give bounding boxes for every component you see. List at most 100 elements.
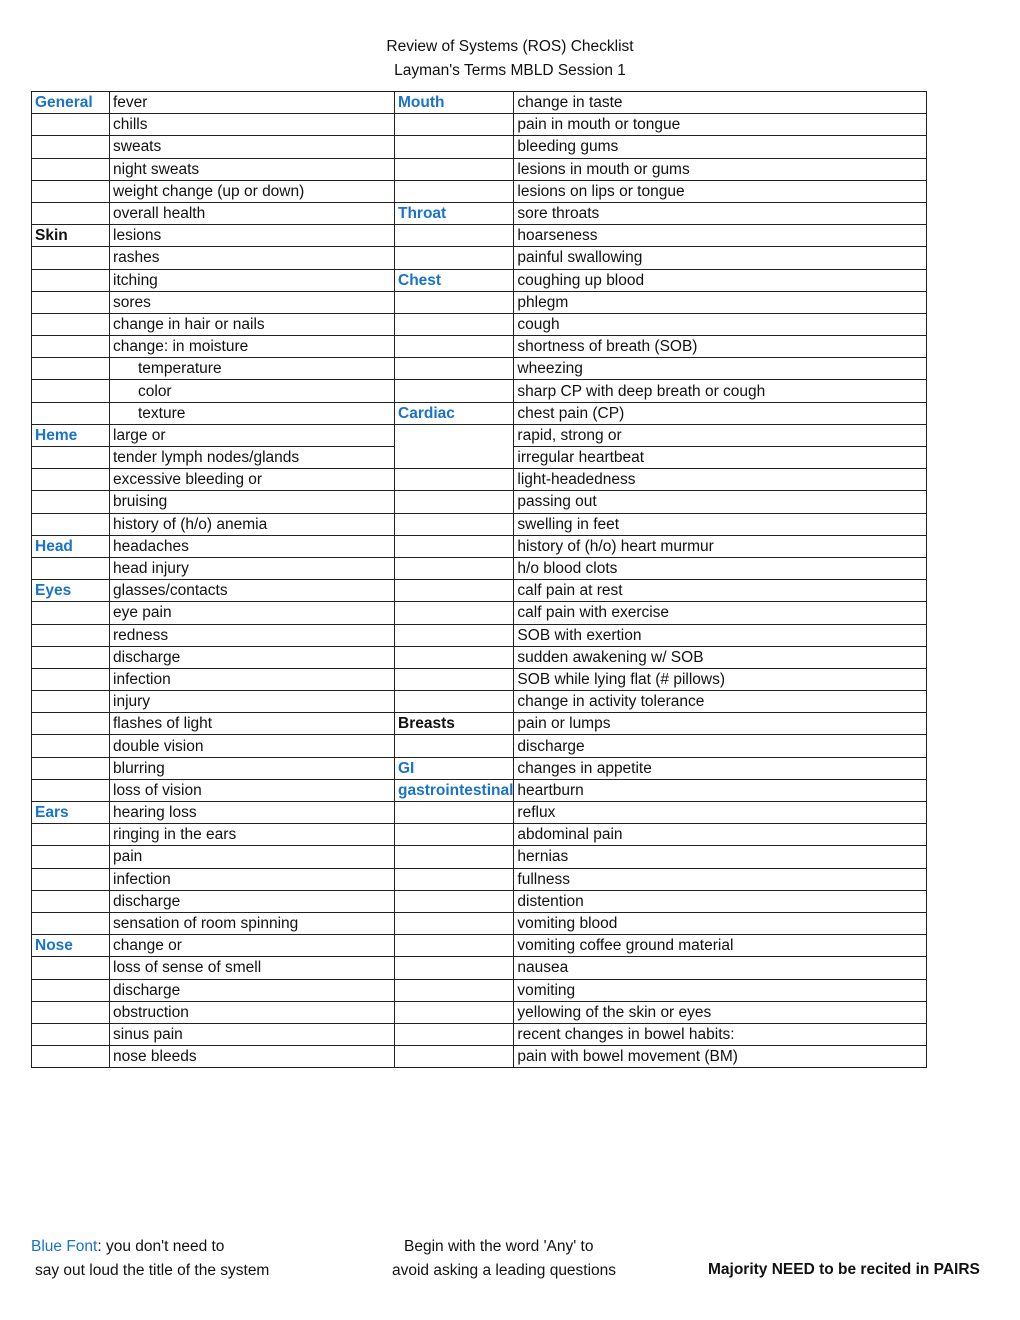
symptom-item: chest pain (CP) [513, 401, 928, 425]
symptom-item: vomiting coffee ground material [513, 934, 928, 958]
symptom-item: infection [109, 667, 395, 692]
system-cell-empty [31, 468, 110, 492]
symptom-item: headaches [109, 534, 395, 558]
table-row: ringing in the ears abdominal pain [31, 823, 928, 847]
table-row: chills pain in mouth or tongue [31, 113, 928, 137]
system-cell-empty [393, 179, 515, 203]
symptom-item: discharge [109, 978, 395, 1002]
symptom-item: discharge [109, 645, 395, 669]
document-subtitle: Layman's Terms MBLD Session 1 [394, 62, 626, 79]
system-label: Throat [393, 201, 515, 226]
system-cell-empty [393, 534, 515, 558]
system-cell-empty [393, 512, 515, 536]
system-cell-empty [393, 135, 515, 159]
symptom-item: sweats [109, 135, 395, 159]
system-label: Mouth [393, 90, 515, 115]
table-row: weight change (up or down) lesions on lip… [31, 179, 928, 203]
system-cell-empty [31, 978, 110, 1002]
symptom-item: sores [109, 290, 395, 314]
system-label: General [31, 90, 110, 115]
system-cell-empty [31, 756, 110, 780]
symptom-item: shortness of breath (SOB) [513, 335, 928, 359]
table-row: change: in moisture shortness of breath (… [31, 335, 928, 359]
system-cell-empty [31, 1045, 110, 1069]
system-cell-empty [31, 1022, 110, 1047]
system-label: Skin [31, 224, 110, 248]
table-row: Nose change or vomiting coffee ground mate… [31, 934, 928, 958]
system-label: Eyes [31, 579, 110, 603]
symptom-item: phlegm [513, 290, 928, 314]
symptom-item: sudden awakening w/ SOB [513, 645, 928, 669]
table-row: Ears hearing loss reflux [31, 800, 928, 825]
symptom-item: vomiting blood [513, 911, 928, 936]
footer-blue-font-label: Blue Font [31, 1238, 98, 1255]
symptom-item: distention [513, 889, 928, 913]
system-cell-empty [31, 312, 110, 337]
system-cell-empty [393, 335, 515, 359]
symptom-item: lesions on lips or tongue [513, 179, 928, 203]
system-cell-empty [31, 512, 110, 536]
symptom-item: head injury [109, 556, 395, 581]
system-cell-empty [393, 468, 515, 492]
system-label: Ears [31, 800, 110, 825]
system-cell-empty [31, 911, 110, 936]
symptom-item: history of (h/o) heart murmur [513, 534, 928, 558]
system-cell-empty [31, 734, 110, 758]
symptom-item: changes in appetite [513, 756, 928, 780]
table-row: discharge vomiting [31, 978, 928, 1002]
symptom-item: pain in mouth or tongue [513, 113, 928, 137]
table-row: loss of sense of smell nausea [31, 956, 928, 980]
system-cell-empty [393, 357, 515, 381]
system-cell-empty [393, 579, 515, 603]
symptom-item: chills [109, 113, 395, 137]
symptom-item: passing out [513, 490, 928, 514]
system-cell-empty [393, 623, 515, 647]
system-cell-empty [31, 778, 110, 803]
system-cell-empty [393, 667, 515, 692]
table-row: discharge sudden awakening w/ SOB [31, 645, 928, 669]
symptom-item: night sweats [109, 157, 395, 181]
symptom-item: yellowing of the skin or eyes [513, 1000, 928, 1024]
table-row: excessive bleeding or light-headedness [31, 468, 928, 492]
symptom-item: h/o blood clots [513, 556, 928, 581]
symptom-item: hearing loss [109, 800, 395, 825]
system-cell-empty [31, 401, 110, 425]
symptom-item: recent changes in bowel habits: [513, 1022, 928, 1047]
table-row: infection fullness [31, 867, 928, 891]
symptom-item: rapid, strong or [513, 423, 928, 448]
system-cell-empty [393, 379, 515, 403]
system-cell-empty [393, 1045, 515, 1069]
table-row: sweats bleeding gums [31, 135, 928, 159]
symptom-item: color [109, 379, 395, 403]
table-row: discharge distention [31, 889, 928, 913]
table-row: obstruction yellowing of the skin or eyes [31, 1000, 928, 1024]
system-cell-empty [393, 956, 515, 980]
table-row: blurring GI changes in appetite [31, 756, 928, 780]
system-label: Cardiac [393, 401, 515, 425]
system-cell-empty [31, 556, 110, 581]
system-cell-empty [393, 556, 515, 581]
symptom-item: itching [109, 268, 395, 292]
symptom-item: infection [109, 867, 395, 891]
symptom-item: loss of vision [109, 778, 395, 803]
system-cell-empty [393, 290, 515, 314]
symptom-item: overall health [109, 201, 395, 226]
system-label: Heme [31, 423, 110, 448]
symptom-item: discharge [513, 734, 928, 758]
system-cell-empty [31, 357, 110, 381]
symptom-item: pain [109, 845, 395, 869]
system-cell-empty [31, 645, 110, 669]
system-cell-empty [31, 623, 110, 647]
symptom-item: reflux [513, 800, 928, 825]
symptom-item: pain with bowel movement (BM) [513, 1045, 928, 1069]
symptom-item: tender lymph nodes/glands [109, 445, 395, 470]
symptom-item: sore throats [513, 201, 928, 226]
symptom-item: vomiting [513, 978, 928, 1002]
table-row: nose bleeds pain with bowel movement (BM) [31, 1045, 928, 1069]
system-cell-empty [31, 712, 110, 736]
footer-note1-line2: say out loud the title of the system [35, 1262, 270, 1279]
table-row: night sweats lesions in mouth or gums [31, 157, 928, 181]
system-cell-empty [31, 335, 110, 359]
symptom-item: coughing up blood [513, 268, 928, 292]
table-row: injury change in activity tolerance [31, 690, 928, 714]
